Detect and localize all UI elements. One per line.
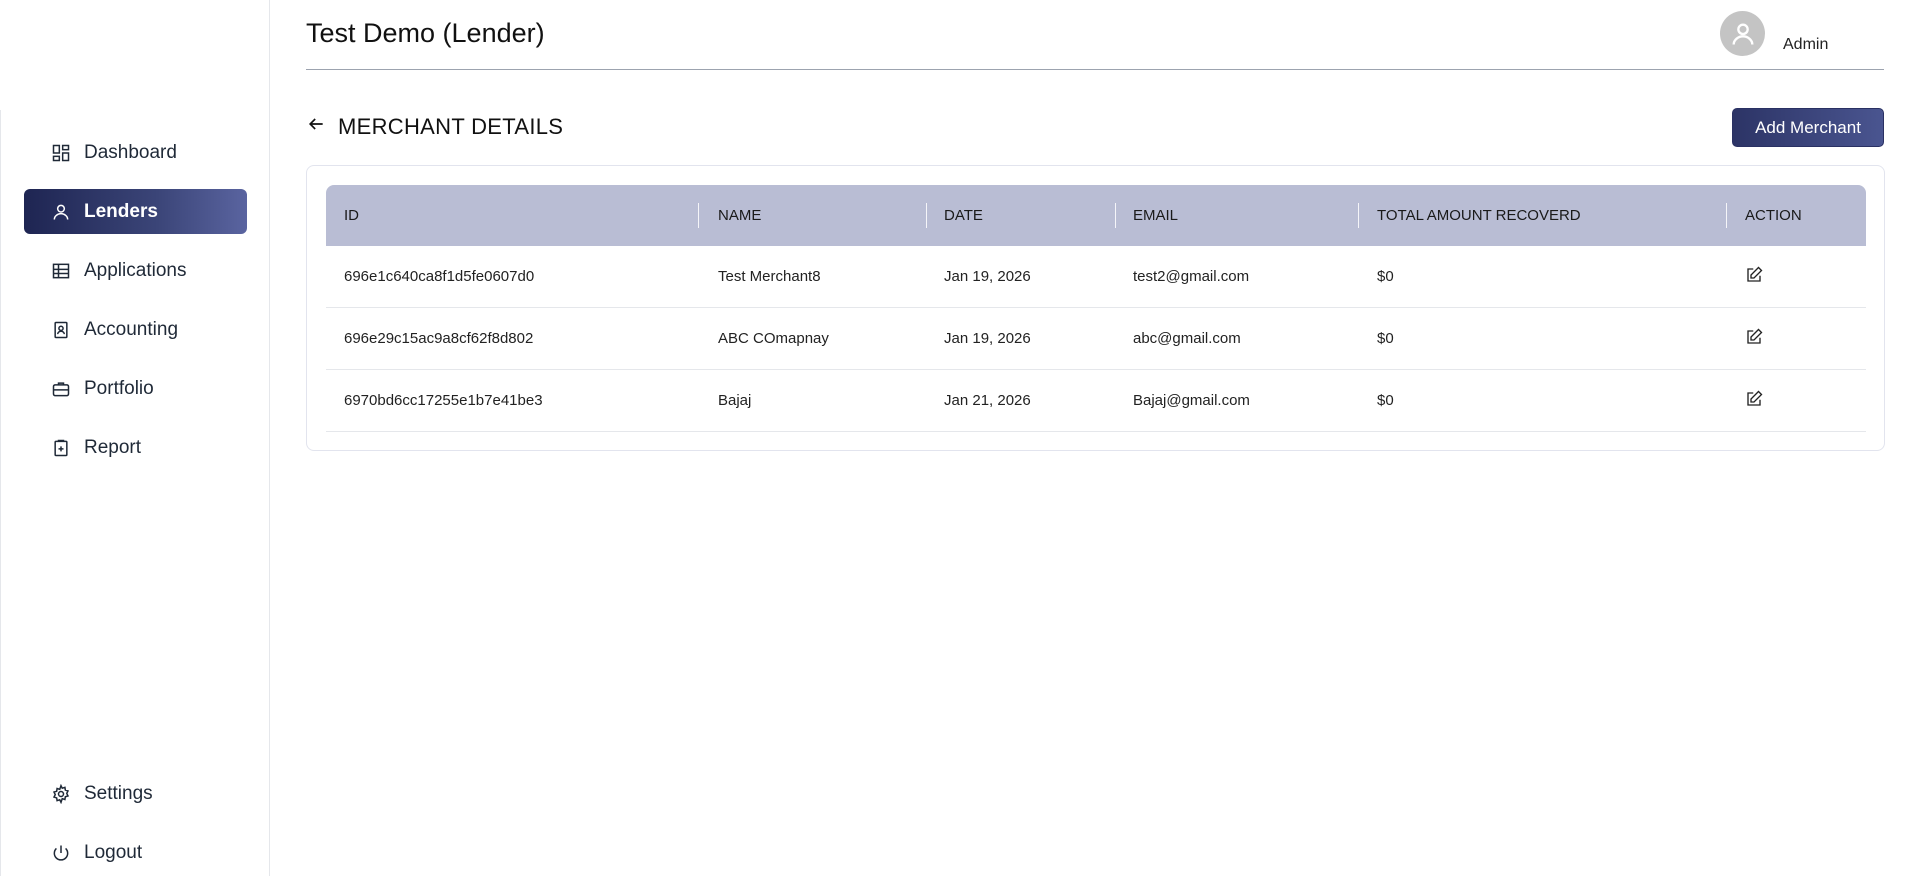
top-header: Test Demo (Lender) Admin: [306, 0, 1884, 70]
edit-icon: [1747, 390, 1763, 406]
contact-book-icon: [50, 319, 72, 341]
edit-button[interactable]: [1745, 266, 1765, 286]
merchant-table-card: ID NAME DATE EMAIL TOTAL AMOUNT RECOVERD…: [306, 165, 1885, 451]
table-row[interactable]: 696e29c15ac9a8cf62f8d802 ABC COmapnay Ja…: [326, 308, 1866, 370]
sidebar-item-applications[interactable]: Applications: [24, 248, 247, 293]
cell-email: Bajaj@gmail.com: [1133, 392, 1250, 409]
page-title: MERCHANT DETAILS: [338, 114, 564, 139]
cell-email: abc@gmail.com: [1133, 330, 1241, 347]
sidebar-item-accounting[interactable]: Accounting: [24, 307, 247, 352]
sidebar-bottom-nav: Settings Logout: [24, 771, 247, 876]
sidebar-nav: Dashboard Lenders Applications Accountin…: [24, 130, 247, 484]
user-avatar-icon: [1732, 23, 1753, 45]
cell-name: ABC COmapnay: [718, 330, 829, 347]
sidebar-item-report[interactable]: Report: [24, 425, 247, 470]
column-header-email: EMAIL: [1133, 207, 1179, 224]
cell-amount: $0: [1377, 268, 1394, 285]
clipboard-plus-icon: [50, 437, 72, 459]
edit-icon: [1747, 328, 1763, 344]
user-icon: [50, 201, 72, 223]
sidebar-item-label: Logout: [84, 841, 143, 863]
gear-icon: [50, 783, 72, 805]
column-divider: [1726, 203, 1727, 228]
cell-amount: $0: [1377, 330, 1394, 347]
cell-date: Jan 21, 2026: [944, 392, 1031, 409]
sidebar-item-label: Dashboard: [84, 141, 177, 163]
column-header-name: NAME: [718, 207, 762, 224]
cell-date: Jan 19, 2026: [944, 330, 1031, 347]
sidebar: Dashboard Lenders Applications Accountin…: [0, 0, 270, 876]
column-divider: [1115, 203, 1116, 228]
column-header-action: ACTION: [1745, 207, 1802, 224]
sidebar-item-dashboard[interactable]: Dashboard: [24, 130, 247, 175]
sidebar-item-label: Applications: [84, 259, 187, 281]
sidebar-item-label: Lenders: [84, 200, 158, 222]
column-divider: [698, 203, 699, 228]
avatar[interactable]: [1720, 11, 1765, 56]
arrow-left-icon: [308, 118, 323, 130]
edit-button[interactable]: [1745, 328, 1765, 348]
sidebar-item-label: Portfolio: [84, 377, 154, 399]
column-header-date: DATE: [944, 207, 983, 224]
column-header-total-amount: TOTAL AMOUNT RECOVERD: [1377, 207, 1581, 224]
sidebar-item-label: Accounting: [84, 318, 179, 340]
merchant-table: ID NAME DATE EMAIL TOTAL AMOUNT RECOVERD…: [326, 185, 1866, 432]
cell-date: Jan 19, 2026: [944, 268, 1031, 285]
column-divider: [1358, 203, 1359, 228]
cell-id: 6970bd6cc17255e1b7e41be3: [344, 392, 543, 409]
power-icon: [50, 842, 72, 864]
cell-email: test2@gmail.com: [1133, 268, 1250, 285]
user-name: Admin: [1783, 36, 1829, 53]
cell-name: Bajaj: [718, 392, 752, 409]
column-divider: [926, 203, 927, 228]
back-button[interactable]: [306, 114, 328, 136]
page-head: MERCHANT DETAILS Add Merchant: [306, 108, 1884, 152]
page-header-title: Test Demo (Lender): [306, 18, 545, 48]
cell-amount: $0: [1377, 392, 1394, 409]
briefcase-icon: [50, 378, 72, 400]
table-row[interactable]: 696e1c640ca8f1d5fe0607d0 Test Merchant8 …: [326, 246, 1866, 308]
cell-id: 696e29c15ac9a8cf62f8d802: [344, 330, 534, 347]
edit-button[interactable]: [1745, 390, 1765, 410]
table-icon: [50, 260, 72, 282]
cell-id: 696e1c640ca8f1d5fe0607d0: [344, 268, 535, 285]
column-header-id: ID: [344, 207, 359, 224]
sidebar-item-logout[interactable]: Logout: [24, 830, 247, 875]
cell-name: Test Merchant8: [718, 268, 821, 285]
table-row[interactable]: 6970bd6cc17255e1b7e41be3 Bajaj Jan 21, 2…: [326, 370, 1866, 432]
sidebar-item-label: Settings: [84, 782, 153, 804]
sidebar-divider: [0, 110, 1, 876]
add-merchant-button[interactable]: Add Merchant: [1732, 108, 1884, 147]
table-header: ID NAME DATE EMAIL TOTAL AMOUNT RECOVERD…: [326, 185, 1866, 246]
sidebar-item-settings[interactable]: Settings: [24, 771, 247, 816]
sidebar-item-portfolio[interactable]: Portfolio: [24, 366, 247, 411]
sidebar-item-lenders[interactable]: Lenders: [24, 189, 247, 234]
edit-icon: [1747, 266, 1763, 282]
dashboard-icon: [50, 142, 72, 164]
sidebar-item-label: Report: [84, 436, 142, 458]
